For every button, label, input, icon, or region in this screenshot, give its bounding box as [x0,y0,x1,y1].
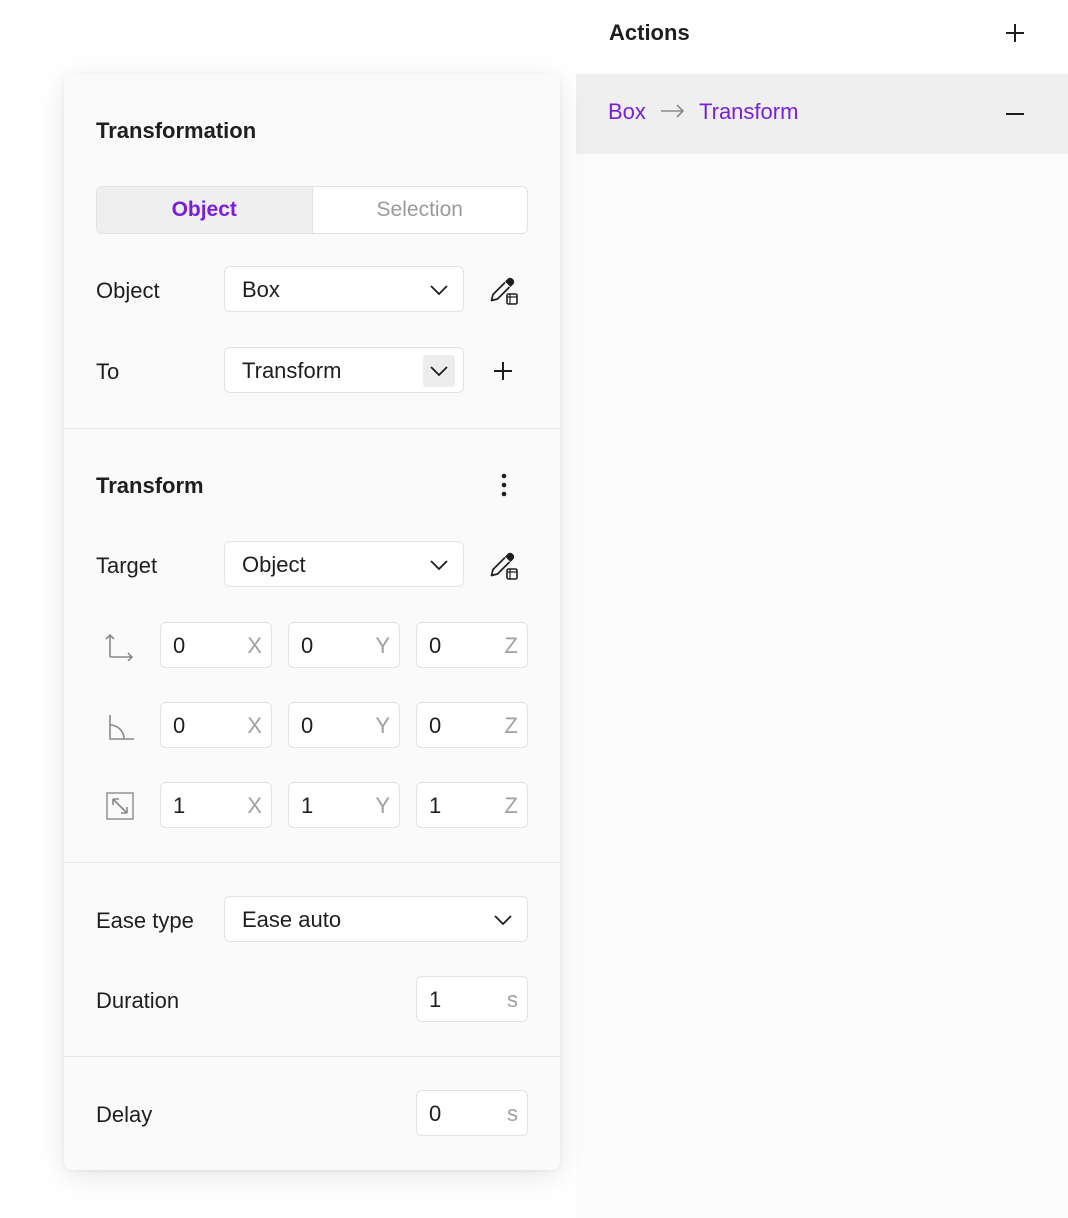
eyedropper-icon [490,277,518,305]
action-target-type[interactable]: Transform [699,99,798,125]
axis-z-label: Z [504,793,518,818]
to-select[interactable]: Transform [224,347,464,393]
scale-z-input[interactable]: 1 Z [416,782,528,828]
axis-x-label: X [247,713,262,738]
duration-value: 1 [429,987,442,1012]
scale-x-value: 1 [173,793,186,818]
duration-unit: s [507,987,518,1012]
delay-label: Delay [96,1102,153,1127]
remove-action-button[interactable] [997,96,1033,132]
chevron-down-icon [427,278,451,302]
duration-label: Duration [96,988,180,1013]
scale-x-input[interactable]: 1 X [160,782,272,828]
target-select-value: Object [242,552,306,577]
scale-icon [103,789,137,823]
mode-segmented-control: Object Selection [96,186,528,234]
axis-x-label: X [247,633,262,658]
divider [64,428,560,429]
axis-z-label: Z [504,633,518,658]
to-select-value: Transform [242,358,342,383]
scale-z-value: 1 [429,793,442,818]
eyedropper-icon [490,552,518,580]
plus-icon [1006,24,1024,42]
actions-header: Actions [576,0,1068,74]
ease-type-select[interactable]: Ease auto [224,896,528,942]
axis-z-label: Z [504,713,518,738]
object-label: Object [96,278,160,303]
plus-icon [494,362,512,380]
ease-type-label: Ease type [96,908,194,933]
tab-object[interactable]: Object [97,187,312,233]
object-select[interactable]: Box [224,266,464,312]
action-source-object[interactable]: Box [608,99,646,125]
add-target-button[interactable] [483,351,523,391]
delay-unit: s [507,1101,518,1126]
tab-selection[interactable]: Selection [311,187,528,233]
position-y-input[interactable]: 0 Y [288,622,400,668]
rotation-z-value: 0 [429,713,442,738]
rotation-z-input[interactable]: 0 Z [416,702,528,748]
rotation-x-value: 0 [173,713,186,738]
divider [64,862,560,863]
axis-y-label: Y [375,633,390,658]
position-x-input[interactable]: 0 X [160,622,272,668]
more-vertical-icon [501,473,507,497]
scale-y-value: 1 [301,793,314,818]
target-select[interactable]: Object [224,541,464,587]
position-y-value: 0 [301,633,314,658]
transformation-panel: Transformation Object Selection Object B… [64,74,560,1170]
delay-input[interactable]: 0 s [416,1090,528,1136]
rotation-angle-icon [103,710,137,744]
position-x-value: 0 [173,633,186,658]
add-action-button[interactable] [997,15,1033,51]
divider [64,1056,560,1057]
transform-section-title: Transform [96,473,204,498]
axis-x-label: X [247,793,262,818]
scale-y-input[interactable]: 1 Y [288,782,400,828]
to-label: To [96,359,120,384]
actions-panel: Actions Box Transform [576,0,1068,1218]
actions-title: Actions [609,20,690,45]
object-picker-button[interactable] [484,271,524,311]
position-z-input[interactable]: 0 Z [416,622,528,668]
duration-input[interactable]: 1 s [416,976,528,1022]
minus-icon [1006,113,1024,115]
chevron-down-icon [423,355,455,387]
arrow-right-icon [660,104,686,123]
transformation-title: Transformation [96,118,257,143]
delay-value: 0 [429,1101,442,1126]
axis-y-label: Y [375,713,390,738]
rotation-y-value: 0 [301,713,314,738]
rotation-y-input[interactable]: 0 Y [288,702,400,748]
position-axes-icon [103,629,137,663]
rotation-x-input[interactable]: 0 X [160,702,272,748]
object-select-value: Box [242,277,280,302]
target-label: Target [96,553,158,578]
action-item[interactable]: Box Transform [576,74,1068,154]
transform-menu-button[interactable] [484,465,524,505]
position-z-value: 0 [429,633,442,658]
chevron-down-icon [427,553,451,577]
axis-y-label: Y [375,793,390,818]
target-picker-button[interactable] [484,546,524,586]
chevron-down-icon [491,908,515,932]
ease-type-value: Ease auto [242,907,342,932]
